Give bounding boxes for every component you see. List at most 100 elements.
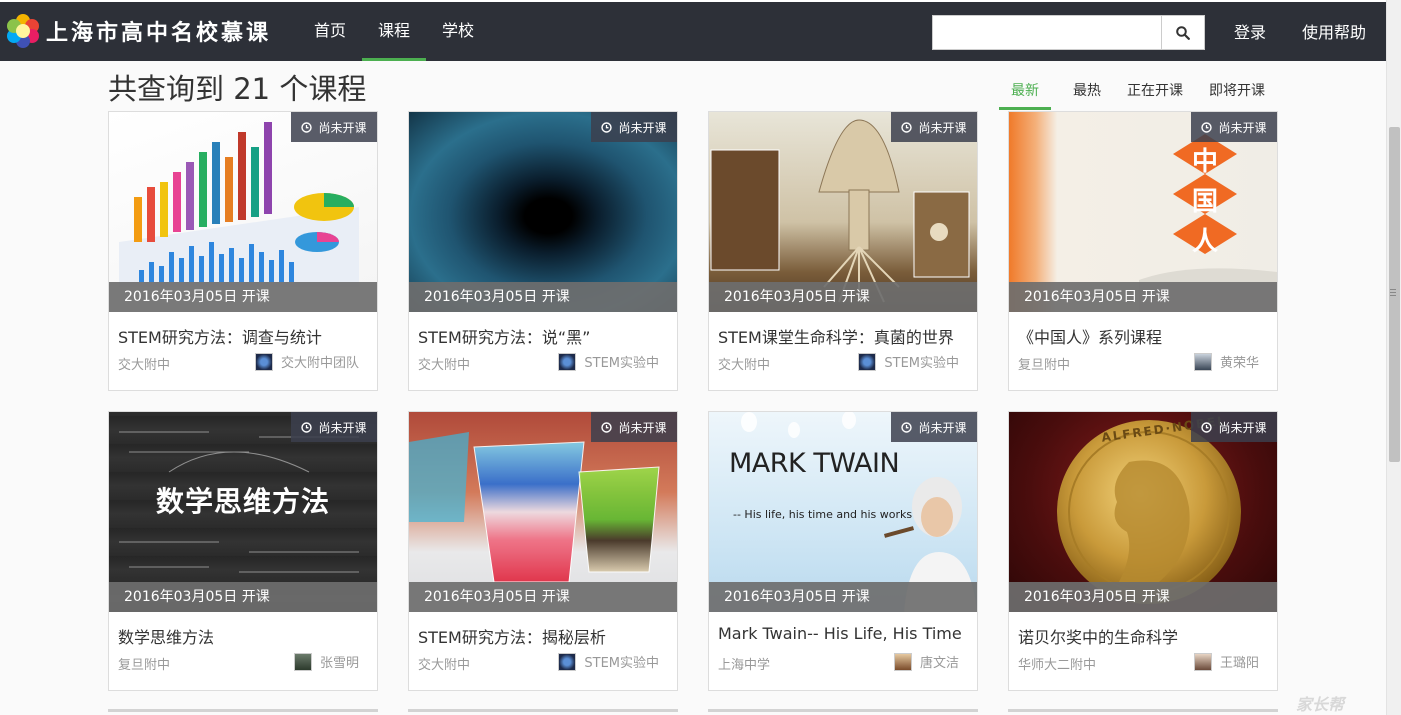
status-text: 尚未开课 [1218, 420, 1267, 435]
teacher-info[interactable]: STEM实验中 [558, 352, 659, 371]
clock-icon [301, 421, 313, 433]
course-title[interactable]: 诺贝尔奖中的生命科学 [1018, 624, 1178, 648]
nav-item-schools[interactable]: 学校 [426, 2, 490, 61]
school-name[interactable]: 华师大二附中 [1018, 654, 1096, 673]
teacher-avatar [558, 352, 577, 371]
teacher-name: 唐文洁 [919, 656, 959, 671]
teacher-info[interactable]: 王璐阳 [1193, 652, 1259, 671]
school-name[interactable]: 交大附中 [718, 354, 770, 373]
course-card[interactable]: 尚未开课 2016年03月05日 开课 STEM研究方法：揭秘层析 交大附中 S… [408, 411, 678, 691]
help-link[interactable]: 使用帮助 [1302, 2, 1366, 63]
status-text: 尚未开课 [918, 420, 967, 435]
course-card[interactable]: 数学思维方法 尚未开课 2016年03月05日 开课 数学思维方法 复旦附中 张… [108, 411, 378, 691]
teacher-info[interactable]: 黄荣华 [1193, 352, 1259, 371]
course-card[interactable]: 尚未开课 2016年03月05日 开课 STEM研究方法：说“黑” 交大附中 S… [408, 111, 678, 391]
sort-tab-upcoming[interactable]: 即将开课 [1209, 76, 1265, 104]
course-title[interactable]: STEM研究方法：说“黑” [418, 324, 590, 348]
sort-tab-ongoing[interactable]: 正在开课 [1127, 76, 1183, 104]
nav-item-courses[interactable]: 课程 [362, 2, 427, 61]
nav-item-home[interactable]: 首页 [298, 2, 362, 61]
clock-icon [901, 121, 913, 133]
teacher-avatar [293, 652, 312, 671]
school-name[interactable]: 交大附中 [418, 354, 470, 373]
status-text: 尚未开课 [1218, 120, 1267, 135]
clock-icon [601, 121, 613, 133]
teacher-name: STEM实验中 [584, 656, 659, 671]
course-card[interactable]: 中 国 人 尚未开课 2016年03月05日 开课 《中国人》系列课程 复旦附中… [1008, 111, 1278, 391]
start-date: 2016年03月05日 开课 [709, 582, 977, 612]
status-badge: 尚未开课 [291, 112, 377, 142]
teacher-avatar [1193, 652, 1212, 671]
course-title[interactable]: STEM课堂生命科学：真菌的世界 [718, 324, 954, 348]
course-card[interactable]: ALFRED·NOBEL 尚未开课 2016年03月05日 开课 诺贝尔奖中的生… [1008, 411, 1278, 691]
course-title[interactable]: STEM研究方法：揭秘层析 [418, 624, 606, 648]
teacher-avatar [558, 652, 577, 671]
course-card-partial[interactable] [1008, 709, 1278, 715]
status-badge: 尚未开课 [291, 412, 377, 442]
status-badge: 尚未开课 [891, 412, 977, 442]
sort-tab-hottest[interactable]: 最热 [1073, 76, 1101, 104]
status-text: 尚未开课 [618, 120, 667, 135]
status-text: 尚未开课 [618, 420, 667, 435]
search-icon [1176, 25, 1190, 40]
teacher-name: 黄荣华 [1219, 356, 1259, 371]
teacher-avatar [858, 352, 877, 371]
school-name[interactable]: 交大附中 [118, 354, 170, 373]
status-text: 尚未开课 [318, 120, 367, 135]
status-badge: 尚未开课 [591, 112, 677, 142]
course-card-partial[interactable] [408, 709, 678, 715]
start-date: 2016年03月05日 开课 [1009, 582, 1277, 612]
course-card-partial[interactable] [108, 709, 378, 715]
scrollbar-grip-icon [1390, 289, 1396, 298]
status-badge: 尚未开课 [591, 412, 677, 442]
page-scrollbar[interactable] [1386, 0, 1401, 715]
course-card[interactable]: MARK TWAIN -- His life, his time and his… [708, 411, 978, 691]
clock-icon [601, 421, 613, 433]
teacher-name: 王璐阳 [1219, 656, 1259, 671]
search-button[interactable] [1161, 16, 1204, 49]
school-name[interactable]: 复旦附中 [1018, 354, 1070, 373]
clock-icon [301, 121, 313, 133]
school-name[interactable]: 上海中学 [718, 654, 770, 673]
clock-icon [1201, 121, 1213, 133]
search-box [932, 15, 1205, 50]
teacher-info[interactable]: 唐文洁 [893, 652, 959, 671]
course-card[interactable]: 尚未开课 2016年03月05日 开课 STEM课堂生命科学：真菌的世界 交大附… [708, 111, 978, 391]
course-card-partial[interactable] [708, 709, 978, 715]
teacher-avatar [254, 352, 273, 371]
thumb-twain-subtitle: -- His life, his time and his works [733, 508, 913, 521]
course-title[interactable]: STEM研究方法：调查与统计 [118, 324, 322, 348]
course-card[interactable]: 尚未开课 2016年03月05日 开课 STEM研究方法：调查与统计 交大附中 … [108, 111, 378, 391]
search-input[interactable] [933, 16, 1161, 49]
teacher-avatar [1193, 352, 1212, 371]
course-title[interactable]: 《中国人》系列课程 [1018, 324, 1162, 348]
school-name[interactable]: 交大附中 [418, 654, 470, 673]
thumb-hanzi-3: 人 [1191, 227, 1218, 257]
course-title[interactable]: Mark Twain-- His Life, His Time [718, 624, 962, 643]
thumb-hanzi-1: 中 [1191, 147, 1218, 177]
clock-icon [901, 421, 913, 433]
course-title[interactable]: 数学思维方法 [118, 624, 214, 648]
status-text: 尚未开课 [918, 120, 967, 135]
start-date: 2016年03月05日 开课 [709, 282, 977, 312]
login-link[interactable]: 登录 [1234, 2, 1266, 63]
brand-logo[interactable]: 上海市高中名校慕课 [6, 14, 271, 48]
school-name[interactable]: 复旦附中 [118, 654, 170, 673]
teacher-name: STEM实验中 [584, 356, 659, 371]
status-text: 尚未开课 [318, 420, 367, 435]
result-count-heading: 共查询到 21 个课程 [108, 72, 367, 106]
thumb-math-title: 数学思维方法 [155, 485, 330, 518]
teacher-info[interactable]: 交大附中团队 [254, 352, 359, 371]
status-badge: 尚未开课 [891, 112, 977, 142]
status-badge: 尚未开课 [1191, 412, 1277, 442]
start-date: 2016年03月05日 开课 [1009, 282, 1277, 312]
teacher-name: 张雪明 [319, 656, 359, 671]
flower-logo-icon [6, 14, 40, 48]
teacher-info[interactable]: STEM实验中 [858, 352, 959, 371]
teacher-name: STEM实验中 [884, 356, 959, 371]
teacher-info[interactable]: STEM实验中 [558, 652, 659, 671]
sort-tab-newest[interactable]: 最新 [999, 76, 1051, 110]
brand-name: 上海市高中名校慕课 [46, 20, 272, 46]
thumb-twain-title: MARK TWAIN [729, 448, 900, 479]
teacher-info[interactable]: 张雪明 [293, 652, 359, 671]
